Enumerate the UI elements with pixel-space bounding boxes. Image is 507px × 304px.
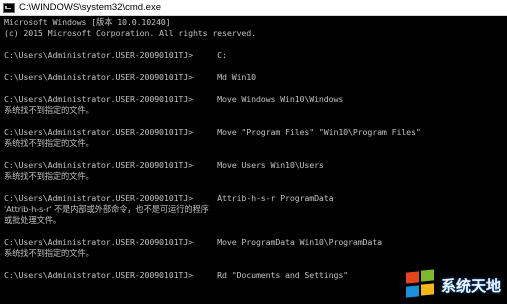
windows-logo-icon xyxy=(404,269,438,300)
console-line-command: C:\Users\Administrator.USER-20090101TJ> … xyxy=(4,72,256,82)
console-line-error: 系统找不到指定的文件。 xyxy=(4,171,94,181)
watermark-text: 系统天地 xyxy=(440,276,501,295)
watermark: 系统天地 xyxy=(404,269,501,300)
console-line-command: C:\Users\Administrator.USER-20090101TJ> … xyxy=(4,237,382,247)
console-line-command: C:\Users\Administrator.USER-20090101TJ> … xyxy=(4,50,227,60)
window-title: C:\WINDOWS\system32\cmd.exe xyxy=(19,2,161,13)
console-line-command: C:\Users\Administrator.USER-20090101TJ> … xyxy=(4,193,334,203)
console-line-command: C:\Users\Administrator.USER-20090101TJ> … xyxy=(4,270,349,280)
console-line-error: 系统找不到指定的文件。 xyxy=(4,105,94,115)
console-line-error: 系统找不到指定的文件。 xyxy=(4,248,94,258)
console-line-command: C:\Users\Administrator.USER-20090101TJ> … xyxy=(4,127,421,137)
console-line-error: 系统找不到指定的文件。 xyxy=(4,138,94,148)
cmd-icon xyxy=(3,2,15,13)
console-line-version: Microsoft Windows [版本 10.0.10240] xyxy=(4,17,171,27)
console-line-command: C:\Users\Administrator.USER-20090101TJ> … xyxy=(4,160,324,170)
console-line-copyright: (c) 2015 Microsoft Corporation. All righ… xyxy=(4,28,256,38)
console-output[interactable]: Microsoft Windows [版本 10.0.10240] (c) 20… xyxy=(0,17,507,304)
title-bar[interactable]: C:\WINDOWS\system32\cmd.exe xyxy=(0,0,507,16)
console-line-command: C:\Users\Administrator.USER-20090101TJ> … xyxy=(4,94,344,104)
console-line-error: 'Attrib-h-s-r' 不是内部或外部命令，也不是可运行的程序 xyxy=(4,204,209,214)
console-line-error: 或批处理文件。 xyxy=(4,215,62,225)
